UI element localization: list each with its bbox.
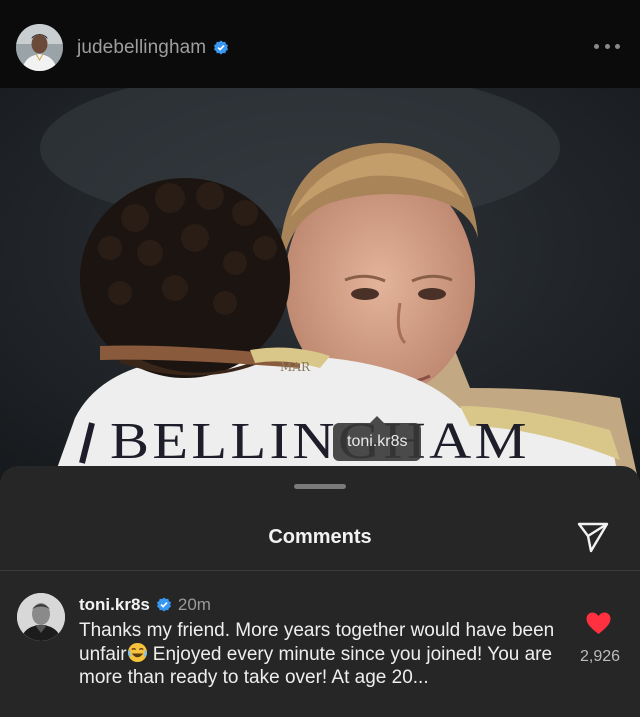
like-count: 2,926 [579,648,621,665]
comments-title: Comments [268,526,372,548]
sheet-drag-handle[interactable] [294,484,346,489]
comments-sheet: Comments toni.kr8s 20m Thanks my friend.… [0,466,640,717]
laughing-emoji-icon [127,642,147,663]
post-header: judebellingham [0,0,640,88]
comment-meta: toni.kr8s 20m [79,595,211,615]
photo-image: MAR BELLINGHAM [0,88,640,488]
photo-tag-label[interactable]: toni.kr8s [333,416,422,461]
profile-avatar[interactable] [16,24,63,71]
comment-author[interactable]: toni.kr8s [79,595,150,615]
instagram-post-screen: judebellingham MAR BELLINGHAM toni.kr8s … [0,0,640,717]
sheet-divider [0,570,640,571]
comment-timestamp: 20m [177,595,211,614]
comment-text: Thanks my friend. More years together wo… [79,619,559,689]
comment-text-part2: Enjoyed every minute since you joined! Y… [79,644,553,688]
comment-author-avatar[interactable] [17,593,65,641]
post-username[interactable]: judebellingham [77,37,229,59]
more-options-icon[interactable] [594,36,620,56]
share-icon[interactable] [576,520,610,554]
post-photo[interactable]: MAR BELLINGHAM toni.kr8s [0,88,640,488]
jersey-name-text: BELLINGHAM [110,413,530,470]
username-text[interactable]: judebellingham [77,37,206,59]
verified-badge-icon [156,597,171,612]
heart-icon[interactable] [586,612,611,635]
verified-badge-icon [214,40,229,55]
jersey-sponsor-text: MAR [280,360,311,374]
